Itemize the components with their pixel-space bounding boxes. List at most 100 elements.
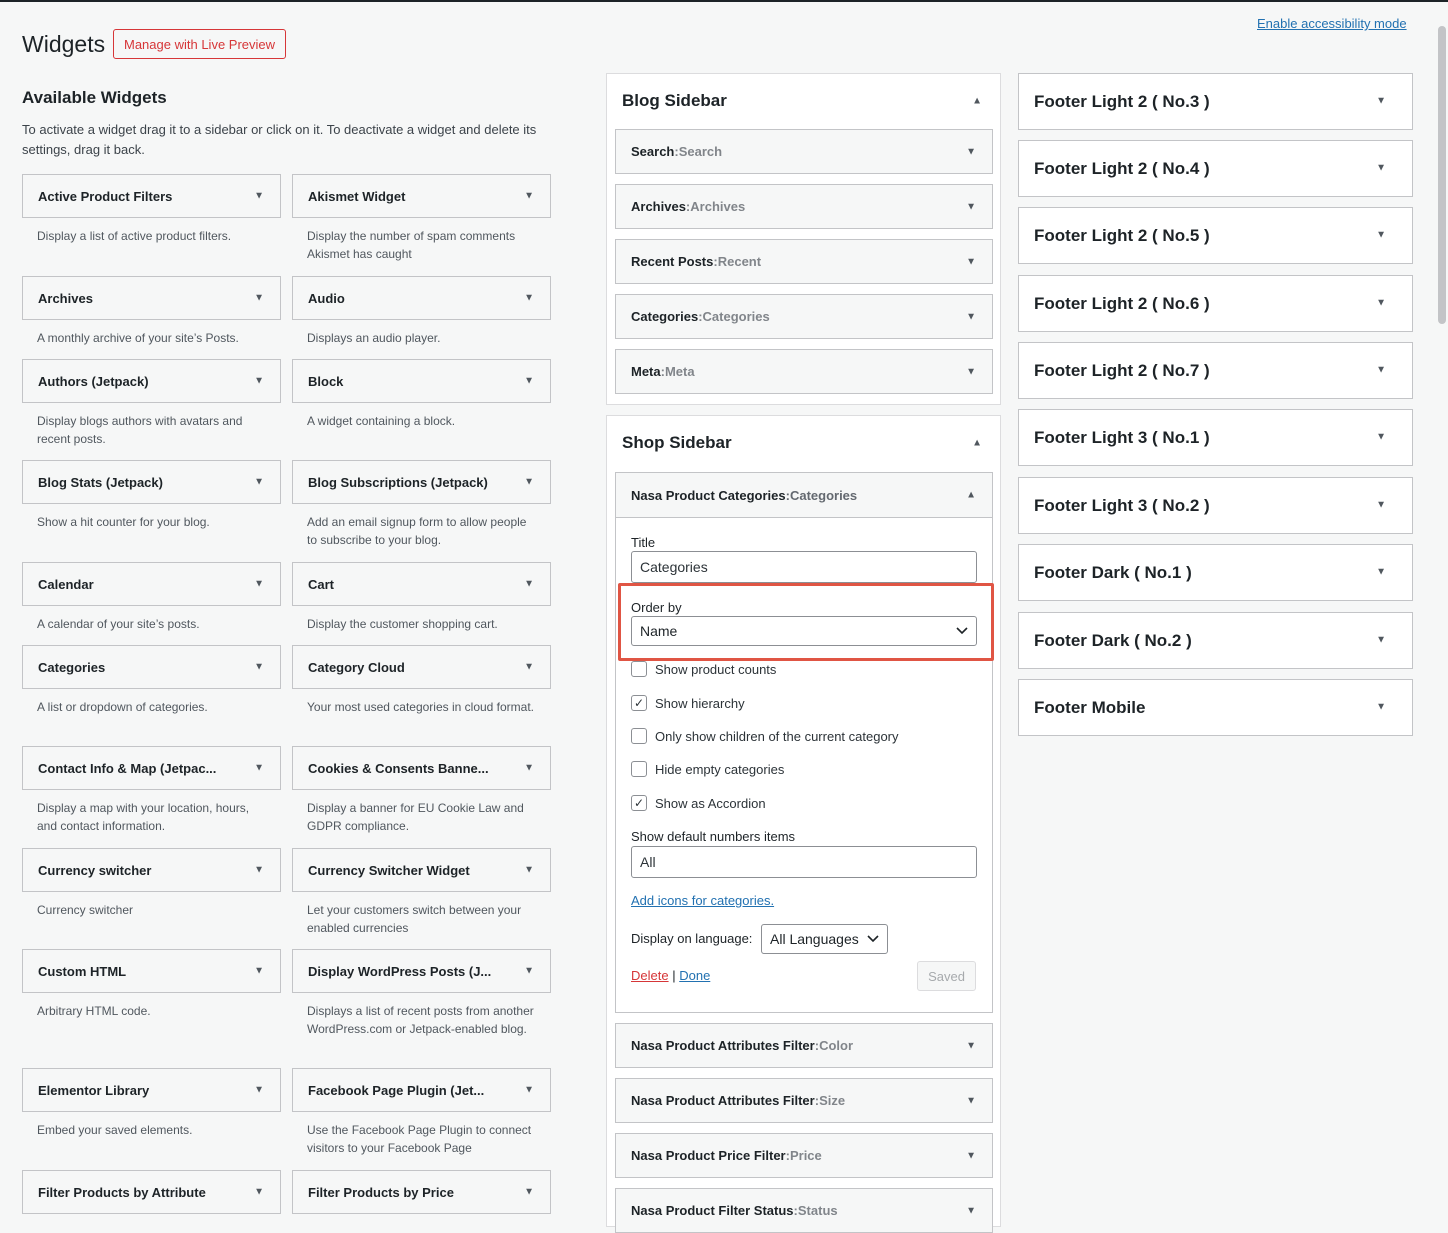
- checkbox[interactable]: [631, 728, 647, 744]
- expand-arrow-icon[interactable]: ▼: [524, 763, 534, 774]
- sidebar-widget-categories[interactable]: Categories: Categories ▼: [615, 294, 993, 339]
- expand-arrow-icon[interactable]: ▼: [524, 477, 534, 488]
- expand-arrow-icon[interactable]: ▼: [1376, 162, 1386, 173]
- language-select[interactable]: All Languages: [761, 924, 888, 954]
- expand-arrow-icon[interactable]: ▼: [524, 1085, 534, 1096]
- sidebar-widget-attributes-size[interactable]: Nasa Product Attributes Filter: Size ▼: [615, 1078, 993, 1123]
- title-input[interactable]: Categories: [631, 551, 977, 583]
- widget-tile[interactable]: Audio ▼ Displays an audio player.: [292, 276, 551, 347]
- page-scrollbar[interactable]: [1438, 26, 1446, 324]
- expand-arrow-icon[interactable]: ▼: [254, 966, 264, 977]
- collapse-arrow-icon[interactable]: ▲: [966, 490, 976, 501]
- blog-sidebar-header[interactable]: Blog Sidebar ▲: [607, 74, 1000, 128]
- footer-sidebar[interactable]: Footer Dark ( No.2 ) ▼: [1018, 612, 1413, 669]
- saved-button[interactable]: Saved: [917, 961, 976, 991]
- expand-arrow-icon[interactable]: ▼: [1376, 297, 1386, 308]
- footer-sidebar[interactable]: Footer Light 2 ( No.6 ) ▼: [1018, 275, 1413, 332]
- widget-tile[interactable]: Block ▼ A widget containing a block.: [292, 359, 551, 430]
- widget-tile[interactable]: Akismet Widget ▼ Display the number of sp…: [292, 174, 551, 263]
- footer-sidebar[interactable]: Footer Light 2 ( No.5 ) ▼: [1018, 207, 1413, 264]
- widget-tile[interactable]: Blog Subscriptions (Jetpack) ▼ Add an ema…: [292, 460, 551, 549]
- widget-tile[interactable]: Blog Stats (Jetpack) ▼ Show a hit counter…: [22, 460, 281, 531]
- widget-tile[interactable]: Cookies & Consents Banne... ▼ Display a b…: [292, 746, 551, 835]
- sidebar-widget-filter-status[interactable]: Nasa Product Filter Status: Status ▼: [615, 1188, 993, 1233]
- widget-tile[interactable]: Elementor Library ▼ Embed your saved elem…: [22, 1068, 281, 1139]
- widget-tile[interactable]: Currency Switcher Widget ▼ Let your custo…: [292, 848, 551, 937]
- footer-sidebar[interactable]: Footer Light 2 ( No.7 ) ▼: [1018, 342, 1413, 399]
- collapse-arrow-icon[interactable]: ▲: [972, 438, 982, 449]
- expand-arrow-icon[interactable]: ▼: [254, 865, 264, 876]
- widget-tile[interactable]: Contact Info & Map (Jetpac... ▼ Display a…: [22, 746, 281, 835]
- sidebar-widget-search[interactable]: Search: Search ▼: [615, 129, 993, 174]
- expand-arrow-icon[interactable]: ▼: [254, 293, 264, 304]
- expand-arrow-icon[interactable]: ▼: [1376, 566, 1386, 577]
- checkbox[interactable]: [631, 661, 647, 677]
- widget-tile[interactable]: Filter Products by Attribute ▼: [22, 1170, 281, 1214]
- expand-arrow-icon[interactable]: ▼: [524, 376, 534, 387]
- expand-arrow-icon[interactable]: ▼: [254, 763, 264, 774]
- checkbox-show-product-counts[interactable]: Show product counts: [631, 661, 776, 677]
- expand-arrow-icon[interactable]: ▼: [1376, 364, 1386, 375]
- expand-arrow-icon[interactable]: ▼: [966, 1095, 976, 1106]
- expand-arrow-icon[interactable]: ▼: [524, 865, 534, 876]
- expand-arrow-icon[interactable]: ▼: [966, 146, 976, 157]
- delete-link[interactable]: Delete: [631, 968, 669, 983]
- footer-sidebar[interactable]: Footer Light 2 ( No.4 ) ▼: [1018, 140, 1413, 197]
- add-icons-link[interactable]: Add icons for categories.: [631, 893, 774, 908]
- expand-arrow-icon[interactable]: ▼: [966, 366, 976, 377]
- sidebar-widget-archives[interactable]: Archives: Archives ▼: [615, 184, 993, 229]
- collapse-arrow-icon[interactable]: ▲: [972, 96, 982, 107]
- sidebar-widget-attributes-color[interactable]: Nasa Product Attributes Filter: Color ▼: [615, 1023, 993, 1068]
- expand-arrow-icon[interactable]: ▼: [1376, 634, 1386, 645]
- expand-arrow-icon[interactable]: ▼: [524, 579, 534, 590]
- expand-arrow-icon[interactable]: ▼: [254, 1085, 264, 1096]
- expand-arrow-icon[interactable]: ▼: [1376, 499, 1386, 510]
- default-items-input[interactable]: All: [631, 846, 977, 878]
- footer-sidebar[interactable]: Footer Light 3 ( No.2 ) ▼: [1018, 477, 1413, 534]
- widget-tile[interactable]: Facebook Page Plugin (Jet... ▼ Use the Fa…: [292, 1068, 551, 1157]
- expand-arrow-icon[interactable]: ▼: [1376, 431, 1386, 442]
- expand-arrow-icon[interactable]: ▼: [254, 191, 264, 202]
- footer-sidebar[interactable]: Footer Mobile ▼: [1018, 679, 1413, 736]
- widget-tile[interactable]: Cart ▼ Display the customer shopping cart…: [292, 562, 551, 633]
- expand-arrow-icon[interactable]: ▼: [254, 477, 264, 488]
- sidebar-widget-recent-posts[interactable]: Recent Posts: Recent ▼: [615, 239, 993, 284]
- expand-arrow-icon[interactable]: ▼: [524, 966, 534, 977]
- expand-arrow-icon[interactable]: ▼: [254, 376, 264, 387]
- expand-arrow-icon[interactable]: ▼: [966, 256, 976, 267]
- widget-tile[interactable]: Custom HTML ▼ Arbitrary HTML code.: [22, 949, 281, 1020]
- widget-tile[interactable]: Active Product Filters ▼ Display a list o…: [22, 174, 281, 245]
- footer-sidebar[interactable]: Footer Light 3 ( No.1 ) ▼: [1018, 409, 1413, 466]
- expand-arrow-icon[interactable]: ▼: [524, 662, 534, 673]
- widget-tile[interactable]: Authors (Jetpack) ▼ Display blogs authors…: [22, 359, 281, 448]
- checkbox-show-hierarchy[interactable]: ✓ Show hierarchy: [631, 695, 745, 711]
- expand-arrow-icon[interactable]: ▼: [524, 1187, 534, 1198]
- expand-arrow-icon[interactable]: ▼: [1376, 229, 1386, 240]
- checkbox[interactable]: [631, 761, 647, 777]
- expand-arrow-icon[interactable]: ▼: [966, 1205, 976, 1216]
- widget-tile[interactable]: Display WordPress Posts (J... ▼ Displays …: [292, 949, 551, 1038]
- checkbox-hide-empty[interactable]: Hide empty categories: [631, 761, 784, 777]
- expand-arrow-icon[interactable]: ▼: [254, 1187, 264, 1198]
- expand-arrow-icon[interactable]: ▼: [966, 201, 976, 212]
- footer-sidebar[interactable]: Footer Dark ( No.1 ) ▼: [1018, 544, 1413, 601]
- widget-tile[interactable]: Archives ▼ A monthly archive of your site…: [22, 276, 281, 347]
- expand-arrow-icon[interactable]: ▼: [254, 662, 264, 673]
- checkbox-show-accordion[interactable]: ✓ Show as Accordion: [631, 795, 766, 811]
- expand-arrow-icon[interactable]: ▼: [524, 191, 534, 202]
- sidebar-widget-price-filter[interactable]: Nasa Product Price Filter: Price ▼: [615, 1133, 993, 1178]
- shop-sidebar-header[interactable]: Shop Sidebar ▲: [607, 416, 1000, 470]
- expand-arrow-icon[interactable]: ▼: [966, 311, 976, 322]
- widget-tile[interactable]: Calendar ▼ A calendar of your site’s post…: [22, 562, 281, 633]
- expand-arrow-icon[interactable]: ▼: [966, 1040, 976, 1051]
- live-preview-button[interactable]: Manage with Live Preview: [113, 29, 287, 59]
- widget-tile[interactable]: Filter Products by Price ▼: [292, 1170, 551, 1214]
- open-widget-header[interactable]: Nasa Product Categories: Categories ▲: [616, 473, 992, 518]
- expand-arrow-icon[interactable]: ▼: [1376, 701, 1386, 712]
- done-link[interactable]: Done: [679, 968, 710, 983]
- widget-tile[interactable]: Currency switcher ▼ Currency switcher: [22, 848, 281, 919]
- expand-arrow-icon[interactable]: ▼: [966, 1150, 976, 1161]
- widget-tile[interactable]: Category Cloud ▼ Your most used categorie…: [292, 645, 551, 716]
- footer-sidebar[interactable]: Footer Light 2 ( No.3 ) ▼: [1018, 73, 1413, 130]
- accessibility-mode-link[interactable]: Enable accessibility mode: [1257, 16, 1407, 31]
